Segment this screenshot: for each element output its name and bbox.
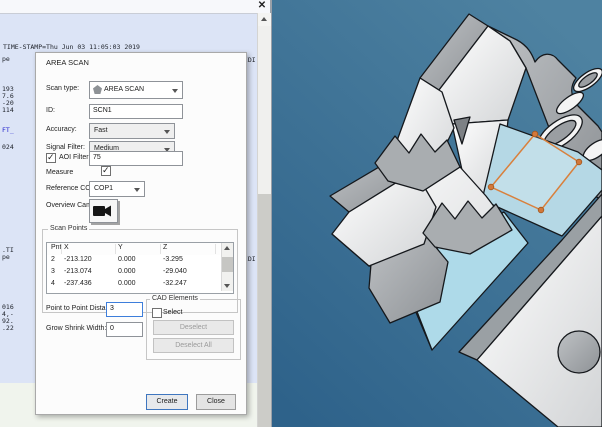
table-row[interactable]: 3 -213.074 0.000 -29.040 — [47, 267, 220, 279]
deselect-button[interactable]: Deselect — [153, 320, 234, 335]
grow-shrink-label: Grow Shrink Width: — [46, 325, 106, 332]
column-header: Z — [163, 244, 167, 251]
select-label: Select — [163, 309, 182, 316]
cell-pnt: 2 — [51, 256, 55, 263]
cell-z: -3.295 — [163, 256, 183, 263]
table-row[interactable]: 4 -237.436 0.000 -32.247 — [47, 279, 220, 291]
scan-points-table[interactable]: Pnt X Y Z 2 -213.120 0.000 -3.295 3 -213… — [46, 242, 234, 294]
scan-handle[interactable] — [538, 207, 544, 213]
column-header: Pnt — [51, 244, 62, 251]
cad-model — [272, 0, 602, 427]
aoi-filter-checkbox[interactable] — [46, 153, 56, 163]
close-icon[interactable]: ✕ — [256, 0, 268, 12]
scan-handle[interactable] — [488, 184, 494, 190]
measure-label: Measure — [46, 169, 73, 176]
cell-y: 0.000 — [118, 280, 136, 287]
grow-shrink-input[interactable]: 0 — [106, 322, 143, 337]
circular-hole — [558, 331, 600, 373]
close-button[interactable]: Close — [196, 394, 236, 410]
scan-handle[interactable] — [576, 159, 582, 165]
editor-text-fragment: .22 — [2, 324, 14, 332]
cell-z: -32.247 — [163, 280, 187, 287]
editor-scrollbar[interactable] — [257, 13, 271, 427]
chevron-down-icon — [134, 188, 140, 192]
table-row[interactable]: 2 -213.120 0.000 -3.295 — [47, 255, 220, 267]
cell-x: -213.120 — [64, 256, 92, 263]
aoi-filter-input[interactable]: 75 — [89, 151, 183, 166]
cell-x: -213.074 — [64, 268, 92, 275]
cad-viewport[interactable] — [272, 0, 602, 427]
scan-type-dropdown[interactable]: AREA SCAN — [89, 81, 183, 99]
column-header: Y — [118, 244, 123, 251]
scrollbar-up-icon[interactable] — [258, 13, 271, 26]
dialog-title: AREA SCAN — [46, 58, 89, 67]
column-header: X — [64, 244, 69, 251]
area-scan-dialog: AREA SCAN Scan type: AREA SCAN ID: SCN1 … — [35, 52, 247, 415]
accuracy-dropdown[interactable]: Fast — [89, 123, 175, 139]
app-window: { "editor": { "close_icon": "✕", "top_li… — [0, 0, 602, 427]
cell-y: 0.000 — [118, 256, 136, 263]
aoi-filter-label: AOI Filter: — [59, 154, 91, 161]
editor-line: TIME-STAMP=Thu Jun 03 11:05:03 2019 — [3, 43, 140, 51]
editor-text-fragment: pe — [2, 55, 10, 63]
scrollbar-down-icon[interactable] — [224, 284, 230, 288]
scrollbar-thumb[interactable] — [258, 194, 271, 427]
accuracy-label: Accuracy: — [46, 126, 77, 133]
signal-filter-label: Signal Filter: — [46, 144, 85, 151]
scrollbar-thumb[interactable] — [222, 257, 233, 272]
cell-pnt: 3 — [51, 268, 55, 275]
cell-x: -237.436 — [64, 280, 92, 287]
pentagon-icon — [93, 85, 102, 94]
select-checkbox[interactable] — [152, 308, 162, 318]
table-scrollbar[interactable] — [221, 243, 233, 291]
overview-camera-button[interactable] — [89, 199, 118, 223]
scan-type-value: AREA SCAN — [104, 82, 144, 97]
reference-cop-value: COP1 — [94, 182, 113, 195]
scan-handle[interactable] — [532, 131, 538, 137]
cell-z: -29.040 — [163, 268, 187, 275]
cell-pnt: 4 — [51, 280, 55, 287]
cad-elements-group-label: CAD Elements — [150, 295, 200, 302]
id-input[interactable]: SCN1 — [89, 104, 183, 119]
editor-text-fragment: pe — [2, 253, 10, 261]
create-button[interactable]: Create — [146, 394, 188, 410]
scan-points-group-label: Scan Points — [48, 225, 89, 232]
chevron-down-icon — [164, 130, 170, 134]
editor-text-fragment: 024 — [2, 143, 14, 151]
chevron-down-icon — [172, 89, 178, 93]
editor-title-strip — [0, 0, 270, 14]
cell-y: 0.000 — [118, 268, 136, 275]
table-header-row: Pnt X Y Z — [47, 243, 220, 255]
editor-text-fragment: 114 — [2, 106, 14, 114]
accuracy-value: Fast — [94, 124, 108, 137]
point-to-point-input[interactable]: 3 — [106, 302, 143, 317]
measure-checkbox[interactable] — [101, 166, 111, 176]
scan-type-label: Scan type: — [46, 85, 79, 92]
camera-icon — [93, 204, 113, 218]
reference-cop-dropdown[interactable]: COP1 — [89, 181, 145, 197]
deselect-all-button[interactable]: Deselect All — [153, 338, 234, 353]
id-label: ID: — [46, 107, 55, 114]
scrollbar-up-icon[interactable] — [224, 246, 230, 250]
editor-text-fragment: FT_ — [2, 126, 14, 134]
